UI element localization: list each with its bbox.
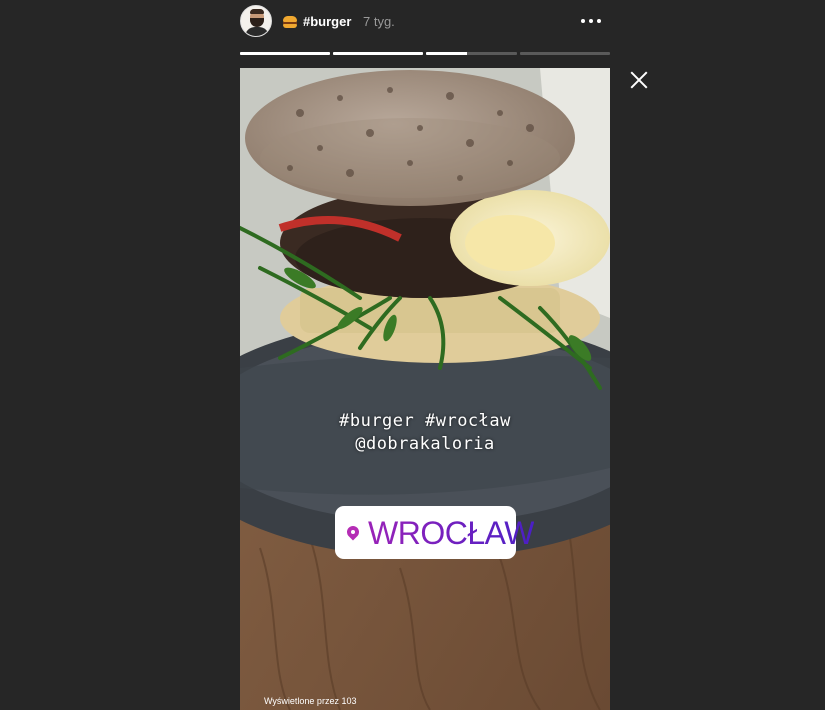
location-label: WROCŁAW: [368, 515, 534, 551]
story-frame[interactable]: #burger #wrocław @dobrakaloria WROCŁAW W…: [240, 68, 610, 710]
story-progress-bar: [240, 52, 610, 55]
story-caption-mention[interactable]: @dobrakaloria: [240, 434, 610, 454]
burger-emoji-icon: [283, 16, 297, 28]
location-sticker[interactable]: WROCŁAW: [335, 506, 534, 559]
story-caption-hashtags: #burger #wrocław: [339, 411, 511, 431]
close-icon[interactable]: [626, 67, 652, 93]
more-options-icon[interactable]: [580, 13, 604, 31]
views-count[interactable]: Wyświetlone przez 103: [264, 696, 356, 706]
progress-segment: [520, 52, 610, 55]
progress-segment: [240, 52, 330, 55]
story-hashtag[interactable]: #burger: [303, 14, 351, 29]
progress-segment: [333, 52, 423, 55]
story-header: #burger 7 tyg.: [240, 5, 610, 41]
avatar[interactable]: [240, 5, 272, 37]
story-time: 7 tyg.: [363, 14, 395, 29]
burger-photo: [240, 68, 610, 710]
location-pin-icon: [344, 523, 362, 541]
progress-segment: [426, 52, 517, 55]
